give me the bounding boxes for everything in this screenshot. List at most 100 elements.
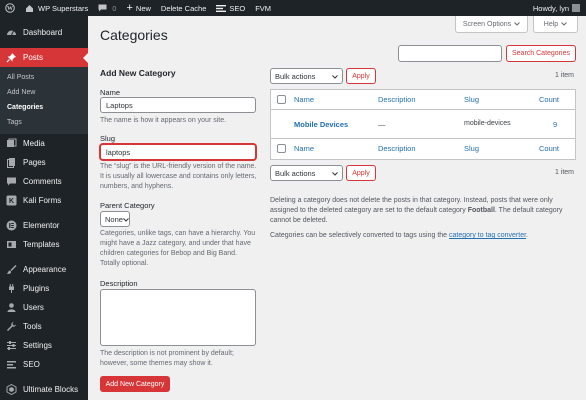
fvm-link[interactable]: FVM <box>250 0 276 16</box>
sidebar-item-label: Posts <box>23 53 44 62</box>
column-slug[interactable]: Slug <box>464 95 479 104</box>
categories-table: Name Description Slug Count Mobile Devic… <box>270 89 576 160</box>
sidebar-item-pages[interactable]: Pages <box>0 153 88 172</box>
column-name[interactable]: Name <box>294 95 314 104</box>
new-label: New <box>135 3 151 13</box>
dashboard-icon <box>5 27 17 39</box>
add-new-category-button[interactable]: Add New Category <box>100 376 170 392</box>
sidebar-item-kali-forms[interactable]: K Kali Forms <box>0 191 88 210</box>
sidebar-item-label: Kali Forms <box>23 196 62 205</box>
sidebar-item-label: Plugins <box>23 284 50 293</box>
apply-button-bottom[interactable]: Apply <box>346 165 376 181</box>
row-description: — <box>378 120 386 129</box>
sidebar-item-elementor[interactable]: Elementor <box>0 216 88 235</box>
bulk-actions-value: Bulk actions <box>275 168 316 178</box>
site-name: WP Superstars <box>38 3 89 13</box>
default-category-name: Football <box>467 207 495 214</box>
row-count-link[interactable]: 9 <box>553 120 557 129</box>
sidebar-item-label: Comments <box>23 177 62 186</box>
description-label: Description <box>100 279 138 288</box>
column-count[interactable]: Count <box>539 95 559 104</box>
parent-category-value: None <box>105 214 123 224</box>
apply-button-top[interactable]: Apply <box>346 68 376 84</box>
screen-options-button[interactable]: Screen Options <box>455 16 528 33</box>
help-label: Help <box>543 20 559 28</box>
admin-sidebar: Dashboard Posts All Posts Add New Catego… <box>0 16 88 400</box>
submenu-item-add-new[interactable]: Add New <box>0 85 88 100</box>
default-category-note: Deleting a category does not delete the … <box>270 197 563 224</box>
sidebar-item-users[interactable]: Users <box>0 298 88 317</box>
row-name-link[interactable]: Mobile Devices <box>294 120 348 129</box>
submenu-item-tags[interactable]: Tags <box>0 115 88 130</box>
sidebar-item-appearance[interactable]: Appearance <box>0 260 88 279</box>
comment-icon <box>98 4 107 12</box>
sidebar-item-plugins[interactable]: Plugins <box>0 279 88 298</box>
bulk-actions-select-bottom[interactable]: Bulk actions <box>270 165 343 181</box>
sidebar-item-settings[interactable]: Settings <box>0 336 88 355</box>
slug-label: Slug <box>100 134 116 143</box>
column-count-footer[interactable]: Count <box>539 144 559 153</box>
slug-field[interactable]: laptops <box>100 144 256 160</box>
settings-icon <box>5 340 17 352</box>
search-categories-button[interactable]: Search Categories <box>506 45 576 62</box>
column-name-footer[interactable]: Name <box>294 144 314 153</box>
parent-category-select[interactable]: None <box>100 211 130 227</box>
column-slug-footer[interactable]: Slug <box>464 144 479 153</box>
comments-link[interactable]: 0 <box>93 0 121 16</box>
wordpress-logo-icon[interactable]: W <box>0 0 20 16</box>
site-name-link[interactable]: WP Superstars <box>20 0 93 16</box>
seo-link[interactable]: SEO <box>211 0 250 16</box>
avatar <box>572 4 580 12</box>
sidebar-item-label: Users <box>23 303 44 312</box>
sidebar-item-comments[interactable]: Comments <box>0 172 88 191</box>
pages-icon <box>5 157 17 169</box>
form-title: Add New Category <box>100 68 176 78</box>
sidebar-item-media[interactable]: Media <box>0 134 88 153</box>
chevron-down-icon <box>561 21 568 28</box>
sidebar-item-posts[interactable]: Posts <box>0 48 88 67</box>
sidebar-item-templates[interactable]: Templates <box>0 235 88 254</box>
new-content-link[interactable]: + New <box>121 0 155 16</box>
table-header: Name Description Slug Count <box>271 90 575 110</box>
ultimate-blocks-icon <box>5 384 17 396</box>
howdy-text: Howdy, lyn <box>532 3 569 13</box>
paintbrush-icon <box>5 264 17 276</box>
parent-category-label: Parent Category <box>100 201 155 210</box>
submenu-item-all-posts[interactable]: All Posts <box>0 70 88 85</box>
help-button[interactable]: Help <box>533 16 578 33</box>
table-footer: Name Description Slug Count <box>271 139 575 159</box>
sidebar-item-tools[interactable]: Tools <box>0 317 88 336</box>
admin-bar: W WP Superstars 0 + New Delete Cache SEO… <box>0 0 586 16</box>
sidebar-item-dashboard[interactable]: Dashboard <box>0 23 88 42</box>
sidebar-item-seo[interactable]: SEO <box>0 355 88 374</box>
posts-submenu: All Posts Add New Categories Tags <box>0 67 88 134</box>
name-field[interactable]: Laptops <box>100 97 256 113</box>
elementor-icon <box>5 220 17 232</box>
sidebar-item-label: Ultimate Blocks <box>23 385 79 394</box>
submenu-item-categories[interactable]: Categories <box>0 100 88 115</box>
sidebar-item-label: Templates <box>23 240 60 249</box>
column-description[interactable]: Description <box>378 95 416 104</box>
kali-forms-icon: K <box>5 195 17 207</box>
seo-icon <box>5 359 17 371</box>
bulk-actions-value: Bulk actions <box>275 71 316 81</box>
plug-icon <box>5 283 17 295</box>
sidebar-item-ultimate-blocks[interactable]: Ultimate Blocks <box>0 380 88 399</box>
select-all-checkbox[interactable] <box>277 95 286 104</box>
seo-label: SEO <box>229 3 246 13</box>
sidebar-item-label: Appearance <box>23 265 67 274</box>
comments-icon <box>5 176 17 188</box>
select-all-checkbox-bottom[interactable] <box>277 144 286 153</box>
delete-cache-link[interactable]: Delete Cache <box>156 0 211 16</box>
column-description-footer[interactable]: Description <box>378 144 416 153</box>
chevron-down-icon <box>332 169 338 178</box>
category-to-tag-converter-link[interactable]: category to tag converter <box>449 232 526 239</box>
search-input[interactable] <box>398 45 502 62</box>
description-textarea[interactable] <box>100 289 256 346</box>
svg-text:W: W <box>7 6 13 12</box>
user-account-menu[interactable]: Howdy, lyn <box>528 0 586 16</box>
row-slug: mobile-devices <box>464 120 511 127</box>
parent-category-help: Categories, unlike tags, can have a hier… <box>100 230 256 267</box>
page-title: Categories <box>100 27 168 43</box>
bulk-actions-select-top[interactable]: Bulk actions <box>270 68 343 84</box>
